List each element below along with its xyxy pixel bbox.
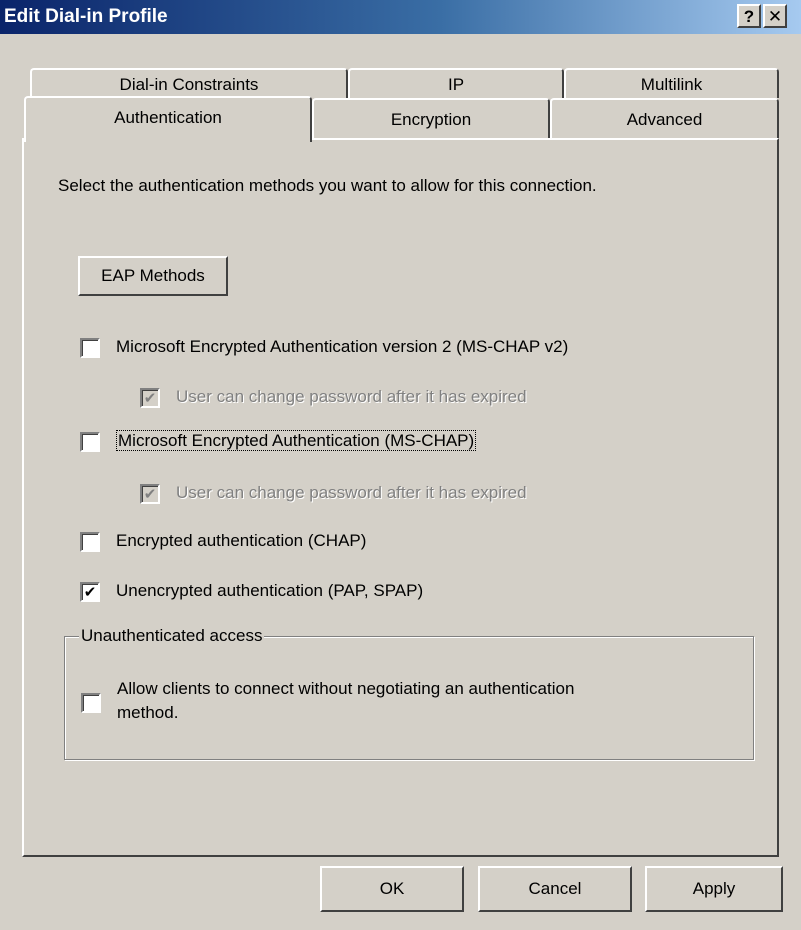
pap-spap-label: Unencrypted authentication (PAP, SPAP) xyxy=(116,581,424,600)
tab-multilink[interactable]: Multilink xyxy=(564,68,779,98)
intro-text: Select the authentication methods you wa… xyxy=(58,176,597,195)
authentication-panel: Select the authentication methods you wa… xyxy=(22,138,779,857)
pap-spap-checkbox[interactable]: ✔ xyxy=(80,582,100,602)
help-icon: ? xyxy=(743,6,755,26)
change-password-checkbox[interactable]: ✔ xyxy=(140,484,160,504)
tab-advanced[interactable]: Advanced xyxy=(550,98,779,138)
window-title: Edit Dial-in Profile xyxy=(4,6,168,27)
edit-dial-in-profile-dialog: Edit Dial-in Profile ? ✕ Dial-in Constra… xyxy=(0,0,801,930)
ms-chap-checkbox[interactable] xyxy=(80,432,100,452)
ms-chap-v2-label: Microsoft Encrypted Authentication versi… xyxy=(116,337,569,356)
chap-label: Encrypted authentication (CHAP) xyxy=(116,531,367,550)
change-password-v2-label: User can change password after it has ex… xyxy=(176,387,527,406)
check-icon: ✔ xyxy=(143,389,157,407)
change-password-label: User can change password after it has ex… xyxy=(176,483,527,502)
tab-authentication[interactable]: Authentication xyxy=(24,96,312,142)
close-icon: ✕ xyxy=(767,6,783,26)
check-icon: ✔ xyxy=(83,583,97,601)
ms-chap-label: Microsoft Encrypted Authentication (MS-C… xyxy=(116,430,477,451)
change-password-v2-checkbox[interactable]: ✔ xyxy=(140,388,160,408)
apply-button[interactable]: Apply xyxy=(645,866,783,912)
unauthenticated-access-group: Unauthenticated access Allow clients to … xyxy=(64,626,754,760)
group-title: Unauthenticated access xyxy=(79,626,265,646)
chap-checkbox[interactable] xyxy=(80,532,100,552)
tab-ip[interactable]: IP xyxy=(348,68,564,98)
cancel-button[interactable]: Cancel xyxy=(478,866,632,912)
check-icon: ✔ xyxy=(143,485,157,503)
ms-chap-v2-checkbox[interactable] xyxy=(80,338,100,358)
close-button[interactable]: ✕ xyxy=(763,4,787,28)
tab-dial-in-constraints[interactable]: Dial-in Constraints xyxy=(30,68,348,98)
allow-unauthenticated-label-line1: Allow clients to connect without negotia… xyxy=(117,679,575,698)
ok-button[interactable]: OK xyxy=(320,866,464,912)
help-button[interactable]: ? xyxy=(737,4,761,28)
tab-encryption[interactable]: Encryption xyxy=(312,98,550,138)
eap-methods-button[interactable]: EAP Methods xyxy=(78,256,228,296)
allow-unauthenticated-label-line2: method. xyxy=(117,703,179,722)
allow-unauthenticated-checkbox[interactable] xyxy=(81,693,101,713)
title-bar[interactable]: Edit Dial-in Profile ? ✕ xyxy=(0,0,801,34)
